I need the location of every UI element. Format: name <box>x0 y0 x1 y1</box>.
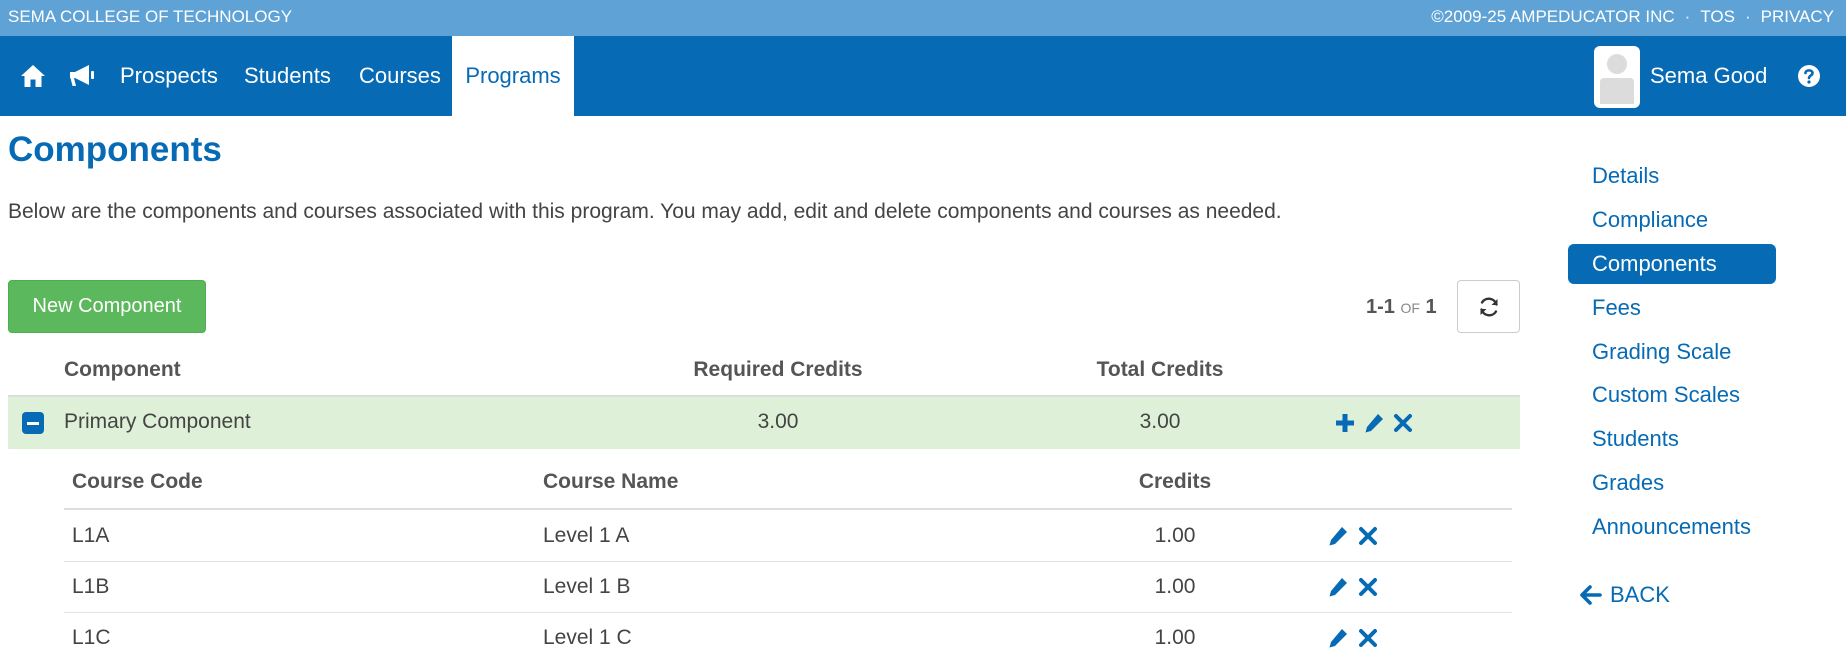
sidebar-item-label: Custom Scales <box>1592 382 1740 407</box>
edit-course-icon[interactable] <box>1327 525 1349 547</box>
avatar-head <box>1607 54 1627 74</box>
separator: · <box>1684 7 1691 26</box>
paging-total: 1 <box>1425 296 1437 318</box>
component-name: Primary Component <box>64 410 251 433</box>
nav-programs[interactable]: Programs <box>452 36 574 116</box>
col-component[interactable]: Component <box>64 358 181 382</box>
sidebar-item-details[interactable]: Details <box>1568 156 1776 196</box>
sidebar-item-label: Grading Scale <box>1592 339 1732 364</box>
user-name[interactable]: Sema Good <box>1650 36 1767 116</box>
page-title: Components <box>8 130 222 169</box>
edit-component-icon[interactable] <box>1363 412 1385 434</box>
sidebar-item-components[interactable]: Components <box>1568 244 1776 284</box>
back-link[interactable]: BACK <box>1580 582 1670 608</box>
row-divider <box>64 561 1512 562</box>
sidebar-item-label: Components <box>1592 251 1717 276</box>
col-credits[interactable]: Credits <box>1075 470 1275 494</box>
sidebar-item-label: Fees <box>1592 295 1641 320</box>
nav-courses[interactable]: Courses <box>349 36 451 116</box>
new-component-button[interactable]: New Component <box>8 280 206 333</box>
component-row[interactable]: Primary Component 3.00 3.00 <box>8 397 1520 449</box>
sidebar-item-students[interactable]: Students <box>1568 419 1776 459</box>
course-name: Level 1 A <box>543 524 630 547</box>
separator: · <box>1744 7 1751 26</box>
sidebar-item-grades[interactable]: Grades <box>1568 463 1776 503</box>
avatar-body <box>1600 78 1634 104</box>
privacy-link[interactable]: PRIVACY <box>1761 7 1834 27</box>
col-course-code[interactable]: Course Code <box>72 470 203 494</box>
page-description: Below are the components and courses ass… <box>8 200 1282 223</box>
total-credits-value: 3.00 <box>1139 410 1181 433</box>
sidebar-item-label: Students <box>1592 426 1679 451</box>
edit-course-icon[interactable] <box>1327 627 1349 649</box>
sidebar-item-label: Compliance <box>1592 207 1709 232</box>
school-name: SEMA COLLEGE OF TECHNOLOGY <box>8 7 293 26</box>
nav-label: Students <box>244 63 331 88</box>
nav-label: Courses <box>359 63 441 88</box>
course-credits: 1.00 <box>1154 575 1196 598</box>
top-utility-bar: SEMA COLLEGE OF TECHNOLOGY ©2009-25 AMPE… <box>0 0 1846 36</box>
back-label: BACK <box>1610 582 1670 607</box>
sidebar-item-fees[interactable]: Fees <box>1568 288 1776 328</box>
utility-links: ©2009-25 AMPEDUCATOR INC · TOS · PRIVACY <box>1431 7 1834 27</box>
col-required-credits[interactable]: Required Credits <box>678 358 878 382</box>
sidebar-item-compliance[interactable]: Compliance <box>1568 200 1776 240</box>
sidebar-item-announcements[interactable]: Announcements <box>1568 507 1776 547</box>
paging-of: OF <box>1400 300 1420 316</box>
col-total-credits[interactable]: Total Credits <box>1060 358 1260 382</box>
megaphone-icon[interactable] <box>68 63 96 89</box>
nav-prospects[interactable]: Prospects <box>110 36 228 116</box>
tos-link[interactable]: TOS <box>1700 7 1735 27</box>
course-code: L1C <box>72 626 111 649</box>
course-code: L1B <box>72 575 110 598</box>
arrow-left-icon <box>1580 585 1602 605</box>
row-divider <box>64 612 1512 613</box>
home-icon[interactable] <box>20 63 46 89</box>
sidebar-item-custom-scales[interactable]: Custom Scales <box>1568 375 1776 415</box>
subtable-header-divider <box>64 508 1512 510</box>
delete-component-icon[interactable] <box>1392 412 1414 434</box>
copyright-text: ©2009-25 AMPEDUCATOR INC <box>1431 7 1675 26</box>
delete-course-icon[interactable] <box>1357 627 1379 649</box>
pagination-info: 1-1 OF 1 <box>1366 296 1437 319</box>
paging-range: 1-1 <box>1366 296 1395 318</box>
refresh-icon <box>1479 297 1498 316</box>
course-credits: 1.00 <box>1154 626 1196 649</box>
edit-course-icon[interactable] <box>1327 576 1349 598</box>
avatar[interactable] <box>1594 46 1640 108</box>
sidebar-item-label: Grades <box>1592 470 1665 495</box>
help-icon[interactable] <box>1796 63 1822 89</box>
course-code: L1A <box>72 524 110 547</box>
course-name: Level 1 B <box>543 575 631 598</box>
refresh-button[interactable] <box>1457 280 1520 333</box>
sidebar-item-label: Announcements <box>1592 514 1751 539</box>
course-credits: 1.00 <box>1154 524 1196 547</box>
required-credits-value: 3.00 <box>757 410 799 433</box>
sidebar-item-grading-scale[interactable]: Grading Scale <box>1568 332 1776 372</box>
delete-course-icon[interactable] <box>1357 525 1379 547</box>
add-course-icon[interactable] <box>1334 412 1356 434</box>
collapse-icon[interactable] <box>22 412 44 434</box>
delete-course-icon[interactable] <box>1357 576 1379 598</box>
sidebar-item-label: Details <box>1592 163 1660 188</box>
main-navbar: Prospects Students Courses Programs Sema… <box>0 36 1846 116</box>
nav-label: Programs <box>465 63 561 88</box>
nav-label: Prospects <box>120 63 218 88</box>
nav-students[interactable]: Students <box>234 36 341 116</box>
col-course-name[interactable]: Course Name <box>543 470 678 494</box>
course-name: Level 1 C <box>543 626 632 649</box>
